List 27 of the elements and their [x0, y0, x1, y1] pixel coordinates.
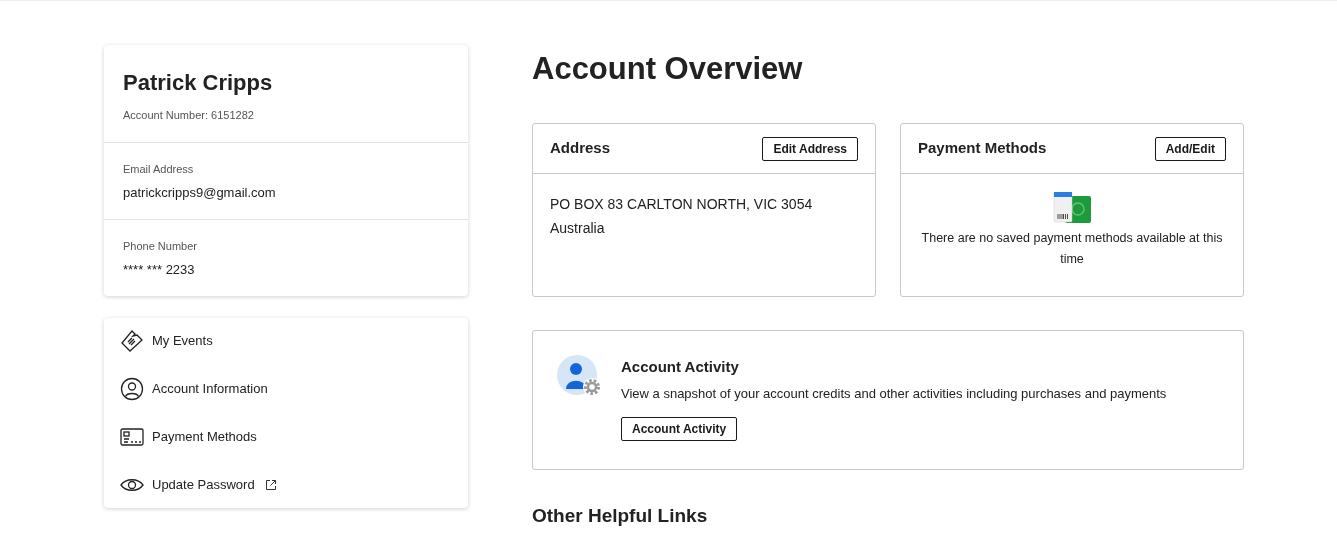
section-title: Other Helpful Links	[532, 504, 709, 528]
field-label: Email Address	[123, 161, 195, 177]
payment-icon	[1053, 192, 1091, 224]
external-link-icon	[264, 478, 277, 491]
user-icon	[120, 376, 144, 401]
profile-name: Patrick Cripps	[123, 69, 274, 97]
activity-description: View a snapshot of your account credits and other activities including purchases and payments	[621, 385, 1167, 403]
menu-link[interactable]: My Events	[120, 327, 452, 354]
add-edit-button[interactable]: Add/Edit	[1154, 136, 1226, 161]
menu-link[interactable]: Update Password	[120, 471, 452, 498]
address-line: PO BOX 83 CARLTON NORTH, VIC 3054	[550, 195, 814, 214]
field-value: **** *** 2233	[123, 261, 196, 279]
field-label: Phone Number	[123, 238, 198, 254]
account-activity-button[interactable]: Account Activity	[621, 416, 738, 441]
empty-message: There are no saved payment methods available at this time	[921, 230, 1223, 268]
ticket-icon	[120, 328, 144, 353]
activity-title: Account Activity	[621, 357, 739, 377]
card-title: Address	[550, 138, 611, 159]
menu-link[interactable]: Account Information	[120, 375, 452, 402]
page-title: Account Overview	[532, 50, 804, 88]
card-title: Payment Methods	[918, 138, 1047, 159]
address-line: Australia	[550, 219, 606, 238]
edit-address-button[interactable]: Edit Address	[762, 136, 858, 161]
user-settings-icon	[557, 355, 603, 397]
menu-link[interactable]: Payment Methods	[120, 423, 452, 450]
account-number: Account Number: 6151282	[123, 108, 255, 123]
field-value: patrickcripps9@gmail.com	[123, 184, 277, 202]
